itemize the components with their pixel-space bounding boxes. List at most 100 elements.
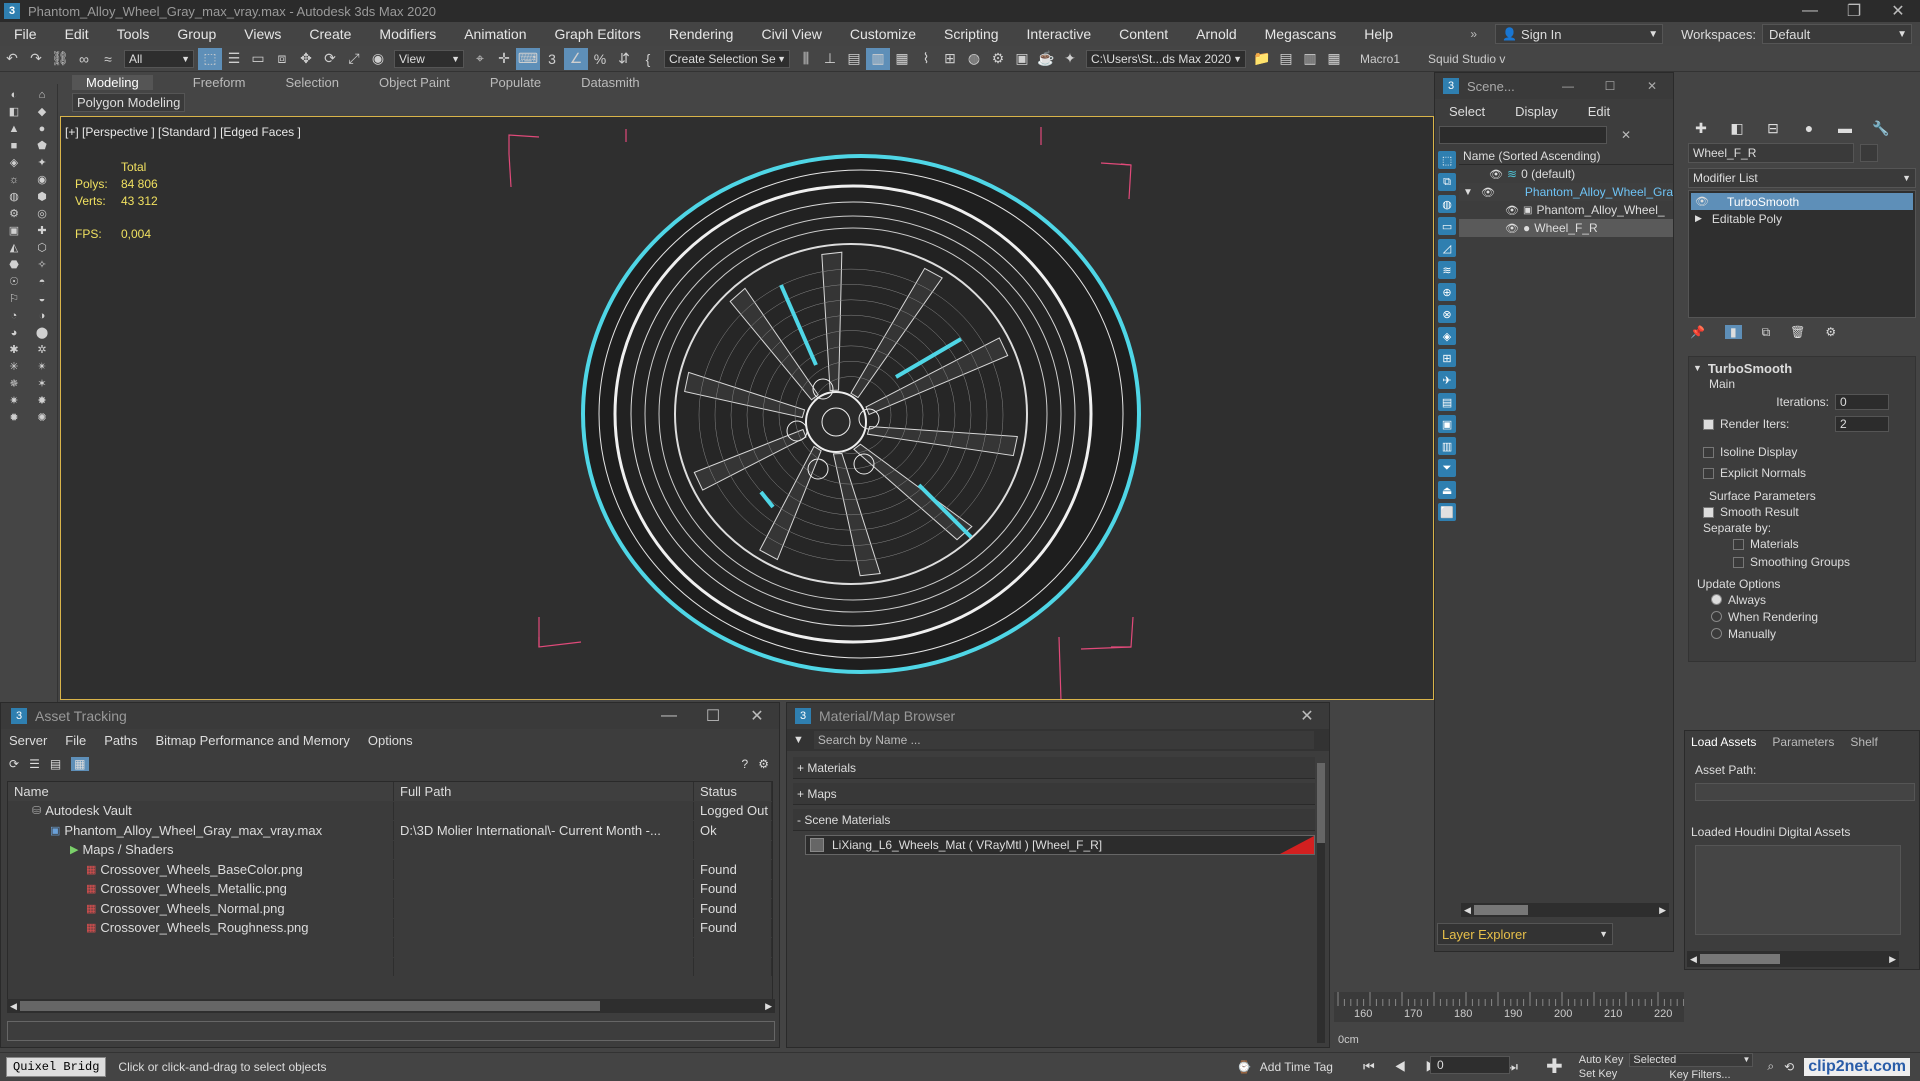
rotate-icon[interactable]: ⟳ xyxy=(318,48,342,70)
spinner-snap-icon[interactable]: ⇵ xyxy=(612,48,636,70)
clear-search-icon[interactable]: ✕ xyxy=(1621,128,1631,142)
when-rendering-radio[interactable] xyxy=(1711,611,1722,622)
snap-icon[interactable]: 3 xyxy=(540,48,564,70)
create-tool-icon[interactable]: ⚙ xyxy=(2,207,26,220)
quixel-bridge-button[interactable]: Quixel Bridg xyxy=(6,1056,107,1077)
asset-row[interactable]: ▦ Crossover_Wheels_Metallic.png Found xyxy=(8,879,772,899)
keyboard-shortcut-icon[interactable]: ⌨ xyxy=(516,47,540,70)
render-iters-checkbox[interactable] xyxy=(1703,418,1714,430)
ribbon-tab-populate[interactable]: Populate xyxy=(490,75,541,90)
menu-customize[interactable]: Customize xyxy=(836,26,930,42)
menu-content[interactable]: Content xyxy=(1105,26,1182,42)
mirror-icon[interactable]: ⫼ xyxy=(794,48,818,70)
scene-filter-icon[interactable]: ⬜ xyxy=(1438,503,1457,521)
asset-menu-file[interactable]: File xyxy=(65,733,86,748)
scene-filter-icon[interactable]: ⧉ xyxy=(1438,173,1457,191)
scene-filter-icon[interactable]: ▤ xyxy=(1438,393,1457,411)
create-tool-icon[interactable]: ⌂ xyxy=(30,88,54,101)
ribbon-tab-object-paint[interactable]: Object Paint xyxy=(379,75,450,90)
key-mode-dropdown[interactable]: Selected ▼ xyxy=(1629,1052,1754,1067)
asset-menu-server[interactable]: Server xyxy=(9,733,47,748)
menu-edit[interactable]: Edit xyxy=(51,26,103,42)
scene-item-wheel-f-r[interactable]: 👁 ● Wheel_F_R xyxy=(1459,219,1673,237)
ribbon-tab-selection[interactable]: Selection xyxy=(286,75,339,90)
ribbon-tab-freeform[interactable]: Freeform xyxy=(193,75,246,90)
export-icon[interactable]: ▥ xyxy=(1298,48,1322,70)
orbit-icon[interactable]: ⟲ xyxy=(1784,1060,1794,1074)
select-manipulate-icon[interactable]: ✛ xyxy=(492,48,516,70)
create-tool-icon[interactable]: ✲ xyxy=(30,343,54,356)
menu-rendering[interactable]: Rendering xyxy=(655,26,748,42)
create-tool-icon[interactable]: ✸ xyxy=(30,394,54,407)
menu-tools[interactable]: Tools xyxy=(103,26,164,42)
scene-filter-icon[interactable]: ⏷ xyxy=(1438,459,1457,477)
menu-animation[interactable]: Animation xyxy=(450,26,540,42)
col-status[interactable]: Status xyxy=(694,782,772,801)
time-tag-icon[interactable]: ⌚ xyxy=(1237,1060,1252,1074)
group-materials[interactable]: + Materials xyxy=(793,757,1315,779)
command-tab-modify-icon[interactable]: ◧ xyxy=(1724,120,1750,137)
menu-arnold[interactable]: Arnold xyxy=(1182,26,1250,42)
edit-selection-set-icon[interactable]: { xyxy=(636,48,660,70)
material-vscrollbar[interactable] xyxy=(1317,763,1325,1043)
visibility-icon[interactable]: 👁 xyxy=(1505,222,1519,235)
select-by-name-icon[interactable]: ☰ xyxy=(222,48,246,70)
create-tool-icon[interactable]: ✧ xyxy=(30,258,54,271)
close-button[interactable]: ✕ xyxy=(1876,1,1920,21)
create-tool-icon[interactable]: ☼ xyxy=(2,173,26,186)
scale-icon[interactable]: ⤢ xyxy=(342,48,366,70)
align-icon[interactable]: ⊥ xyxy=(818,48,842,70)
browser-options-icon[interactable]: ▼ xyxy=(793,734,804,746)
select-icon[interactable]: ⬚ xyxy=(198,47,222,70)
scene-column-header[interactable]: Name (Sorted Ascending) xyxy=(1463,149,1600,163)
render-iters-spinner[interactable]: 2 xyxy=(1835,416,1889,432)
add-key-icon[interactable]: ✚ xyxy=(1546,1054,1563,1079)
angle-snap-icon[interactable]: ∠ xyxy=(564,47,588,70)
set-key-button[interactable]: Set Key xyxy=(1579,1068,1624,1080)
command-tab-display-icon[interactable]: ▬ xyxy=(1832,120,1858,136)
group-maps[interactable]: + Maps xyxy=(793,783,1315,805)
scene-maximize-button[interactable]: ☐ xyxy=(1589,79,1631,93)
settings-icon[interactable]: ⚙ xyxy=(758,757,769,771)
asset-row[interactable]: ⛁ Autodesk Vault Logged Out . xyxy=(8,801,772,821)
loaded-assets-list[interactable] xyxy=(1695,845,1901,935)
scene-filter-icon[interactable]: ⏏ xyxy=(1438,481,1457,499)
selection-filter-dropdown[interactable]: All ▼ xyxy=(124,49,194,68)
save-icon[interactable]: ▤ xyxy=(1274,48,1298,70)
menu-help[interactable]: Help xyxy=(1350,26,1407,42)
timeline[interactable]: 160 170 180 190 200 210 220 xyxy=(1334,992,1684,1022)
object-color-swatch[interactable] xyxy=(1860,144,1878,162)
percent-snap-icon[interactable]: % xyxy=(588,48,612,70)
menu-views[interactable]: Views xyxy=(230,26,295,42)
asset-menu-options[interactable]: Options xyxy=(368,733,413,748)
create-tool-icon[interactable]: ⬡ xyxy=(30,241,54,254)
asset-close-button[interactable]: ✕ xyxy=(735,706,779,726)
create-tool-icon[interactable]: ◐ xyxy=(2,88,26,101)
ribbon-polygon-modeling[interactable]: Polygon Modeling xyxy=(72,92,186,112)
scene-minimize-button[interactable]: — xyxy=(1547,79,1589,93)
col-name[interactable]: Name xyxy=(8,782,394,801)
isoline-display-checkbox[interactable] xyxy=(1703,446,1714,458)
scene-filter-icon[interactable]: ▥ xyxy=(1438,437,1457,455)
object-name-input[interactable]: Wheel_F_R xyxy=(1688,143,1854,163)
create-tool-icon[interactable]: ◕ xyxy=(2,326,26,339)
render-iterative-icon[interactable]: ✦ xyxy=(1058,48,1082,70)
scene-filter-icon[interactable]: ✈ xyxy=(1438,371,1457,389)
add-time-tag-button[interactable]: Add Time Tag xyxy=(1260,1060,1333,1074)
create-tool-icon[interactable]: ◧ xyxy=(2,105,26,118)
scene-filter-icon[interactable]: ⬚ xyxy=(1438,151,1457,169)
create-tool-icon[interactable]: ✴ xyxy=(30,360,54,373)
layer-explorer-icon[interactable]: ▥ xyxy=(866,47,890,70)
visibility-icon[interactable]: 👁 xyxy=(1489,168,1503,181)
menu-graph-editors[interactable]: Graph Editors xyxy=(540,26,654,42)
scene-filter-icon[interactable]: ◍ xyxy=(1438,195,1457,213)
material-search-input[interactable]: Search by Name ... xyxy=(813,731,1314,749)
redo-icon[interactable]: ↷ xyxy=(24,48,48,70)
pivot-icon[interactable]: ⌖ xyxy=(468,48,492,70)
asset-maximize-button[interactable]: ☐ xyxy=(691,706,735,726)
create-tool-icon[interactable]: ◎ xyxy=(30,207,54,220)
squid-studio-button[interactable]: Squid Studio v xyxy=(1428,52,1505,66)
create-tool-icon[interactable]: ◈ xyxy=(2,156,26,169)
scene-item-default-layer[interactable]: 👁 ≋ 0 (default) xyxy=(1459,165,1673,183)
thumbnail-view-icon[interactable]: ▤ xyxy=(50,757,61,771)
